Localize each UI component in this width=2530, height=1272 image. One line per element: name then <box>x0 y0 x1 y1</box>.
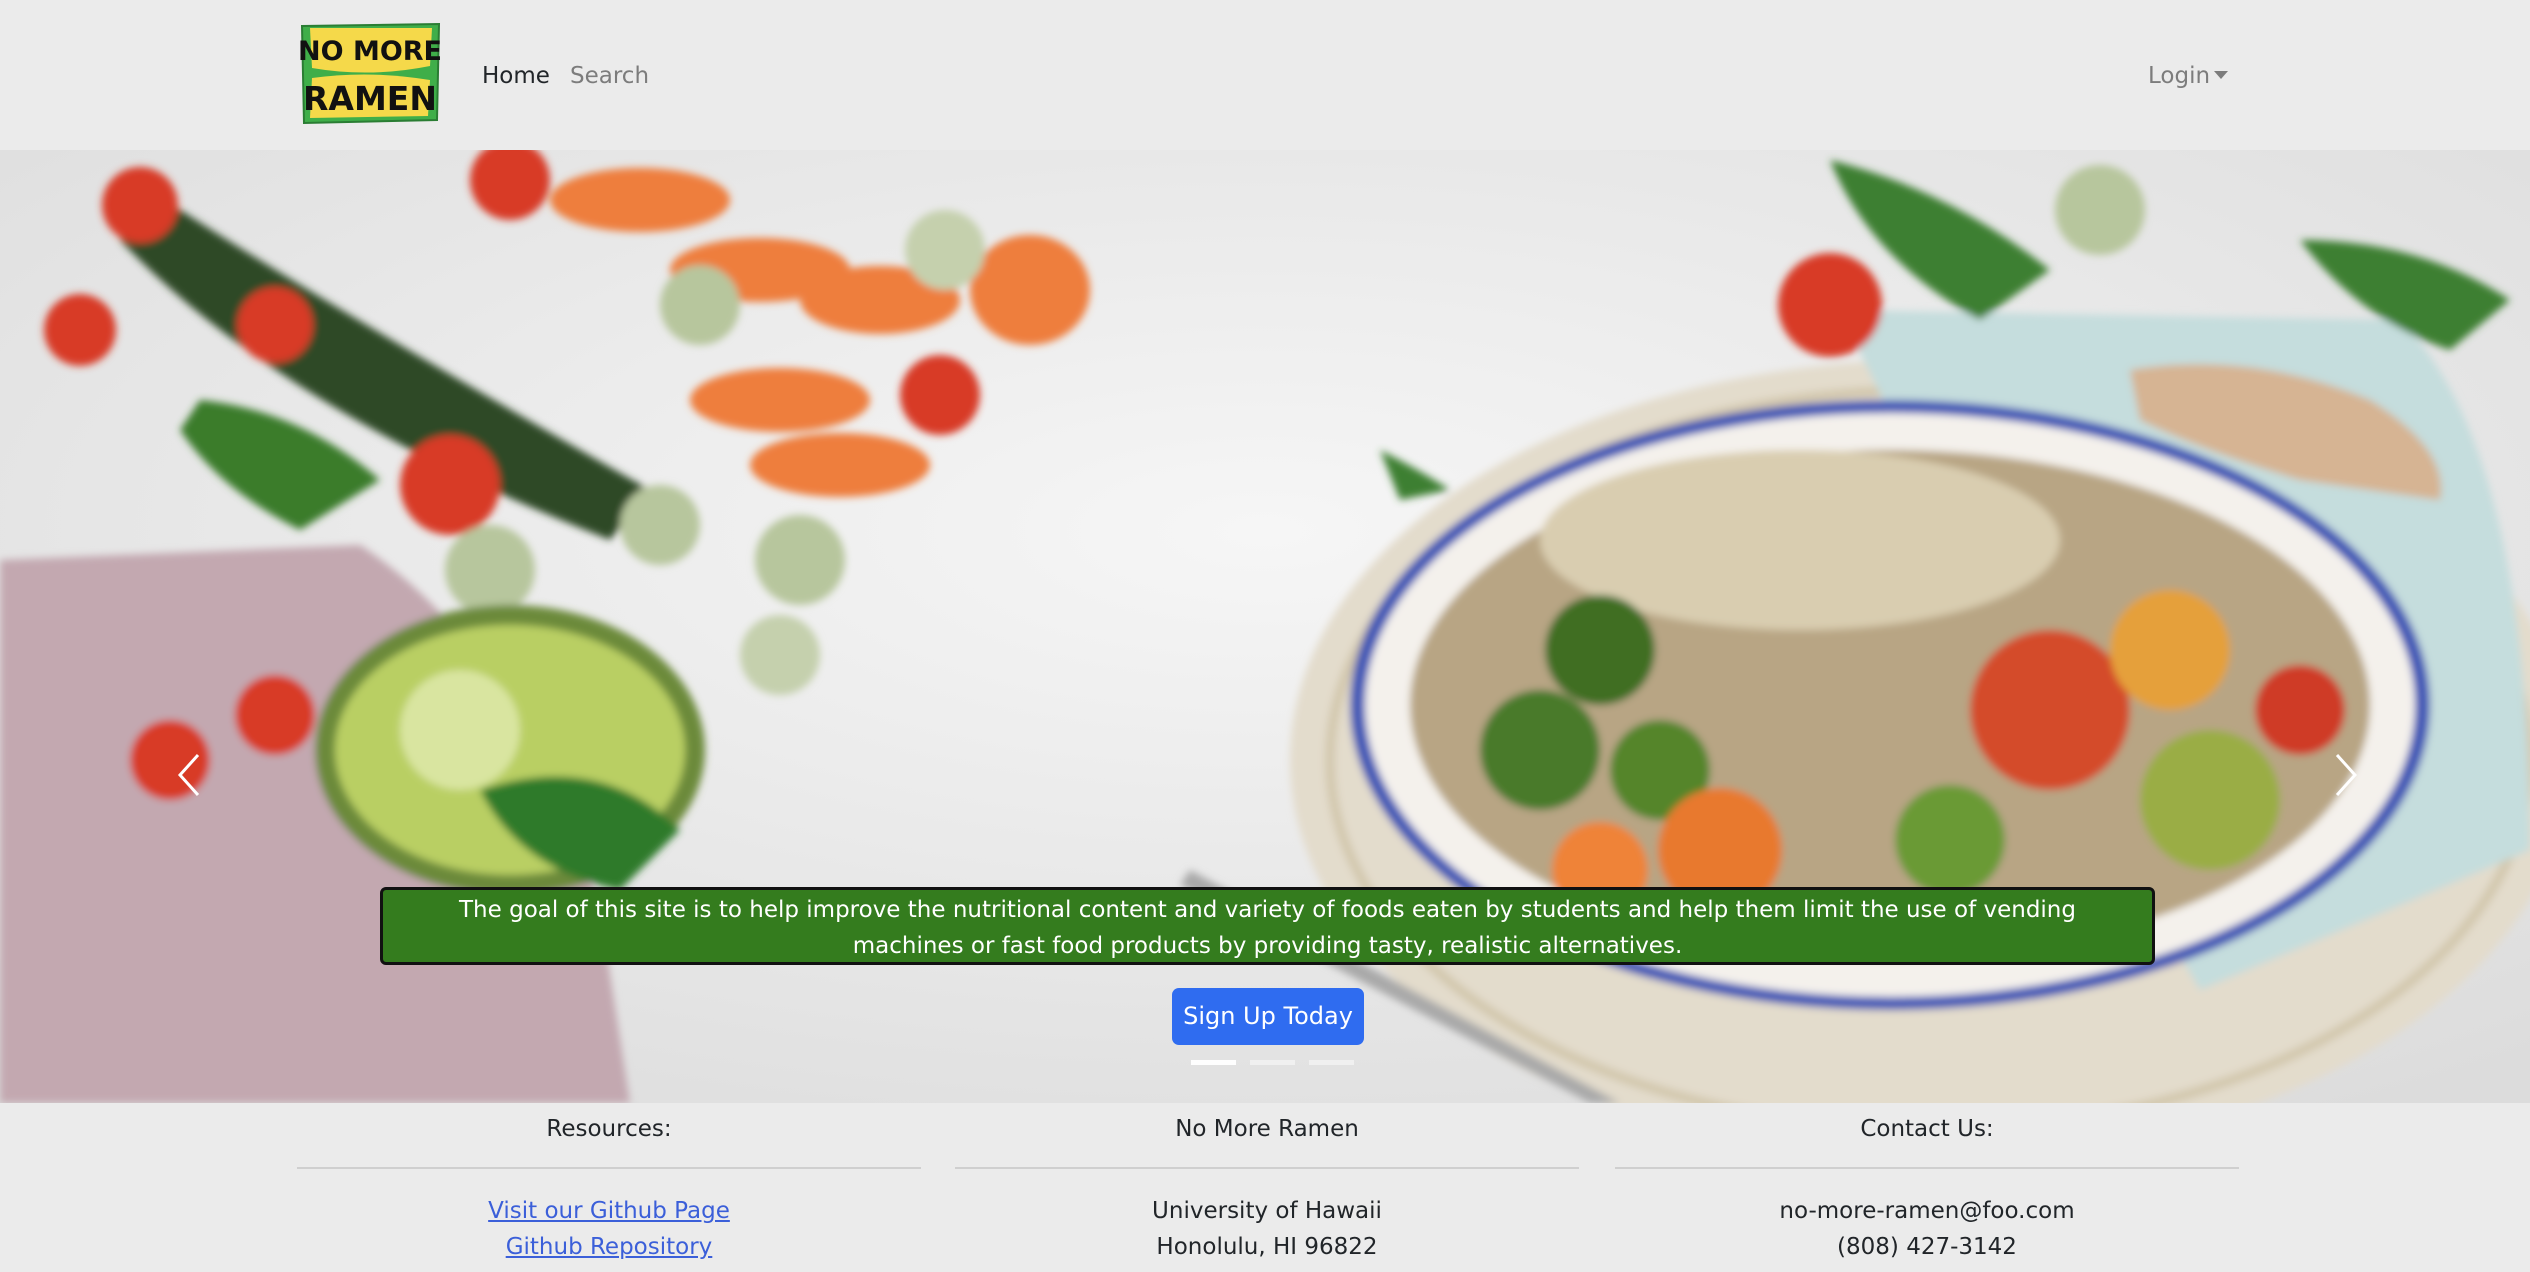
sign-up-button[interactable]: Sign Up Today <box>1172 988 1364 1045</box>
logo-text-top: NO MORE <box>298 36 442 67</box>
carousel-indicator-1[interactable] <box>1191 1060 1236 1065</box>
logo-text-bottom: RAMEN <box>303 79 437 118</box>
nav-search[interactable]: Search <box>570 60 649 92</box>
divider <box>1615 1167 2239 1169</box>
carousel-indicators <box>1191 1060 1354 1065</box>
resources-heading: Resources: <box>546 1116 672 1142</box>
nav-login-dropdown[interactable]: Login <box>2148 60 2229 92</box>
carousel-next-button[interactable] <box>2315 710 2375 840</box>
footer-about: No More Ramen University of Hawaii Honol… <box>955 1103 1579 1265</box>
navbar: NO MORE RAMEN Home Search Login <box>0 0 2530 150</box>
chevron-left-icon <box>177 753 200 797</box>
contact-email: no-more-ramen@foo.com <box>1779 1198 2075 1224</box>
address-line-1: University of Hawaii <box>1152 1198 1382 1224</box>
divider <box>955 1167 1579 1169</box>
caret-down-icon <box>2214 71 2229 79</box>
contact-phone: (808) 427-3142 <box>1837 1234 2017 1260</box>
address-line-2: Honolulu, HI 96822 <box>1156 1234 1378 1260</box>
login-label: Login <box>2148 63 2211 89</box>
divider <box>297 1167 921 1169</box>
footer-contact: Contact Us: no-more-ramen@foo.com (808) … <box>1615 1103 2239 1265</box>
carousel-prev-button[interactable] <box>160 710 220 840</box>
github-page-link[interactable]: Visit our Github Page <box>488 1198 730 1224</box>
hero-carousel: The goal of this site is to help improve… <box>0 150 2530 1103</box>
carousel-indicator-3[interactable] <box>1309 1060 1354 1065</box>
mission-caption: The goal of this site is to help improve… <box>380 887 2155 965</box>
footer-resources: Resources: Visit our Github Page Github … <box>297 1103 921 1265</box>
no-more-ramen-logo[interactable]: NO MORE RAMEN <box>298 22 443 127</box>
github-repository-link[interactable]: Github Repository <box>506 1234 713 1260</box>
nav-home[interactable]: Home <box>482 60 550 92</box>
about-heading: No More Ramen <box>1175 1116 1359 1142</box>
contact-heading: Contact Us: <box>1860 1116 1994 1142</box>
carousel-indicator-2[interactable] <box>1250 1060 1295 1065</box>
chevron-right-icon <box>2335 753 2358 797</box>
footer: Resources: Visit our Github Page Github … <box>0 1103 2530 1272</box>
